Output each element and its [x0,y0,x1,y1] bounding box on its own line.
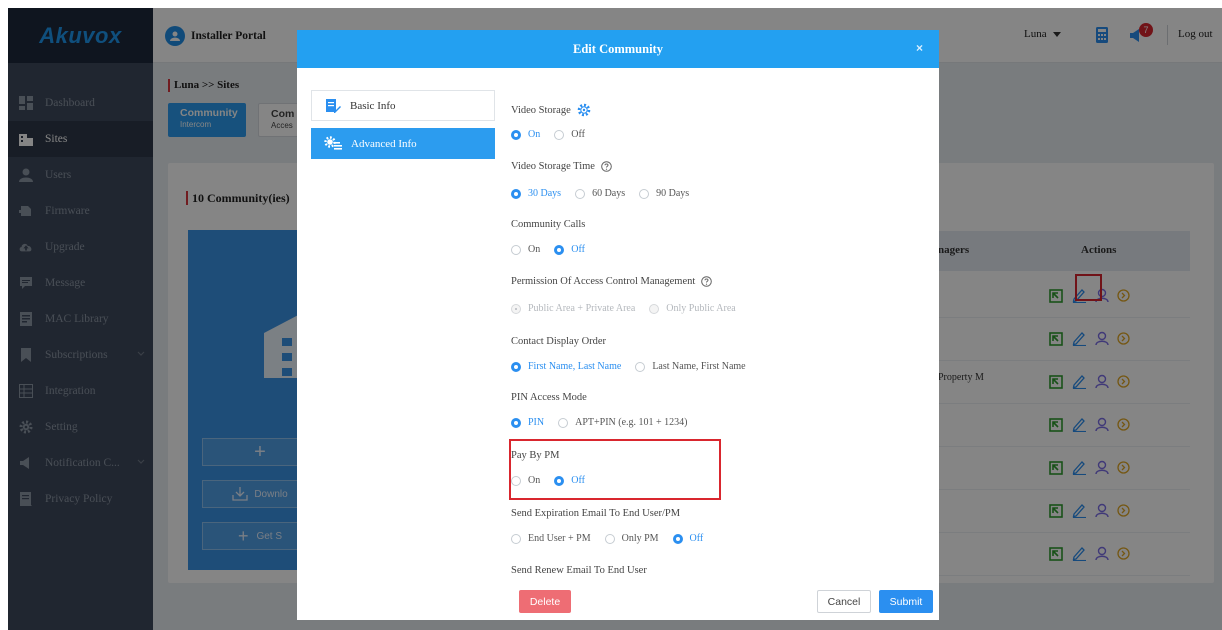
section-label: Permission Of Access Control Management [511,276,696,287]
edit-community-dialog: Edit Community × Basic Info Advanced Inf… [297,30,939,620]
option-label: PIN [528,417,545,428]
option-label: On [528,244,541,255]
section-label: PIN Access Mode [511,392,587,403]
help-icon[interactable] [701,276,713,287]
radio-group-pay-by-pm: On Off [511,475,599,486]
option-label: On [528,475,541,486]
radio-pay-by-pm-on[interactable]: On [511,475,540,486]
section-access-control-permission: Permission Of Access Control Management [511,276,713,287]
radio-dot [558,417,569,428]
settings-list-icon [324,135,342,152]
radio-only-public-area: Only Public Area [649,303,736,314]
sidebar-tab-label: Advanced Info [351,137,417,150]
option-label: First Name, Last Name [528,361,622,372]
radio-public-private-area: Public Area + Private Area [511,303,635,314]
radio-group-contact-display-order: First Name, Last Name Last Name, First N… [511,361,760,372]
radio-dot [511,417,521,428]
section-renew-email: Send Renew Email To End User [511,565,647,576]
radio-dot [511,303,521,314]
delete-button[interactable]: Delete [519,590,571,613]
section-video-storage-time: Video Storage Time [511,161,612,172]
radio-30-days[interactable]: 30 Days [511,188,561,199]
cancel-button[interactable]: Cancel [817,590,871,613]
option-label: 60 Days [592,188,626,199]
section-label: Send Expiration Email To End User/PM [511,508,681,519]
option-label: Public Area + Private Area [528,303,636,314]
option-label: 30 Days [528,188,562,199]
radio-pay-by-pm-off[interactable]: Off [554,475,585,486]
radio-dot [639,188,650,199]
radio-group-community-calls: On Off [511,244,599,255]
radio-dot [511,475,521,486]
radio-first-last[interactable]: First Name, Last Name [511,361,621,372]
radio-dot [575,188,586,199]
radio-dot [511,361,521,372]
sidebar-tab-advanced-info[interactable]: Advanced Info [311,128,495,159]
radio-group-expiration-email: End User + PM Only PM Off [511,533,717,544]
radio-group-video-storage: On Off [511,129,599,140]
option-label: On [528,129,541,140]
section-label: Send Renew Email To End User [511,565,647,576]
radio-dot [554,129,565,140]
section-label: Contact Display Order [511,336,607,347]
gear-icon[interactable] [577,103,591,117]
section-label: Video Storage Time [511,161,595,172]
radio-dot [672,533,683,544]
section-contact-display-order: Contact Display Order [511,336,606,347]
radio-last-first[interactable]: Last Name, First Name [635,361,746,372]
radio-video-storage-off[interactable]: Off [554,129,585,140]
radio-apt-pin[interactable]: APT+PIN (e.g. 101 + 1234) [558,417,688,428]
radio-dot [649,303,660,314]
option-label: Off [571,475,585,486]
radio-dot [511,244,521,255]
radio-pin[interactable]: PIN [511,417,544,428]
option-label: Only Public Area [666,303,736,314]
sidebar-tab-label: Basic Info [350,99,396,112]
radio-90-days[interactable]: 90 Days [639,188,689,199]
radio-video-storage-on[interactable]: On [511,129,540,140]
radio-dot [511,129,521,140]
app-window: Akuvox Dashboard Sites Users Firmware Up… [8,8,1222,630]
section-label: Video Storage [511,104,571,116]
radio-expiration-off[interactable]: Off [672,533,704,544]
option-label: Only PM [621,533,659,544]
radio-60-days[interactable]: 60 Days [575,188,625,199]
radio-community-calls-off[interactable]: Off [554,244,585,255]
section-community-calls: Community Calls [511,219,585,230]
radio-only-pm[interactable]: Only PM [604,533,659,544]
close-icon[interactable]: × [916,41,923,55]
radio-dot [511,188,521,199]
section-pay-by-pm: Pay By PM [511,450,559,461]
radio-group-access-control-permission: Public Area + Private Area Only Public A… [511,303,750,314]
option-label: Off [689,533,704,544]
help-icon[interactable] [601,161,612,172]
highlight-box-pay-by-pm [509,439,721,500]
section-label: Community Calls [511,219,586,230]
radio-group-video-storage-time: 30 Days 60 Days 90 Days [511,188,703,199]
dialog-title: Edit Community [573,41,663,56]
radio-group-pin-access-mode: PIN APT+PIN (e.g. 101 + 1234) [511,417,702,428]
submit-button[interactable]: Submit [879,590,933,613]
option-label: 90 Days [656,188,690,199]
sidebar-tab-basic-info[interactable]: Basic Info [311,90,495,121]
section-video-storage: Video Storage [511,103,591,117]
radio-dot [635,361,646,372]
radio-community-calls-on[interactable]: On [511,244,540,255]
option-label: Off [571,129,585,140]
radio-dot [511,533,521,544]
radio-dot [554,475,565,486]
radio-end-user-pm[interactable]: End User + PM [511,533,591,544]
section-expiration-email: Send Expiration Email To End User/PM [511,508,680,519]
section-pin-access-mode: PIN Access Mode [511,392,587,403]
radio-dot [604,533,615,544]
document-edit-icon [325,98,341,114]
radio-dot [554,244,565,255]
dialog-header: Edit Community × [297,30,939,68]
option-label: APT+PIN (e.g. 101 + 1234) [575,417,688,428]
option-label: End User + PM [528,533,591,544]
option-label: Last Name, First Name [652,361,746,372]
section-label: Pay By PM [511,450,560,461]
option-label: Off [571,244,585,255]
